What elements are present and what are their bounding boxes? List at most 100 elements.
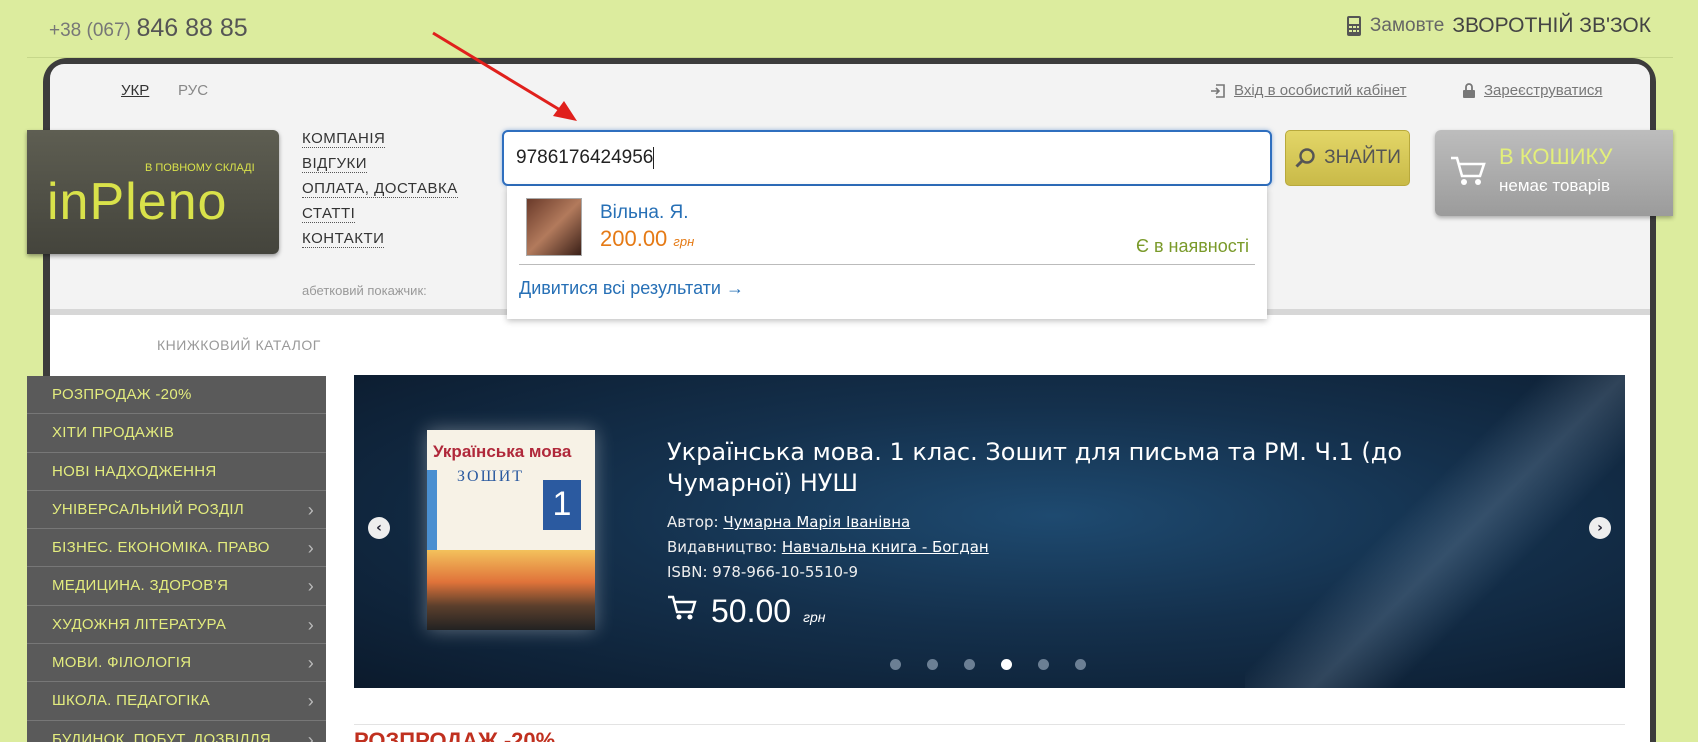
featured-author: Автор: Чумарна Марія Іванівна xyxy=(667,513,910,531)
sidebar-item-medicine[interactable]: МЕДИЦИНА. ЗДОРОВ’Я › xyxy=(27,567,326,606)
suggestion-availability: Є в наявності xyxy=(1136,236,1249,256)
carousel-prev-button[interactable]: ‹ xyxy=(368,517,390,539)
featured-isbn: ISBN: 978-966-10-5510-9 xyxy=(667,563,858,581)
phone-digits: 846 88 85 xyxy=(136,14,248,42)
phone-code: +38 (067) xyxy=(49,20,131,41)
cart-status: немає товарів xyxy=(1499,176,1610,195)
sale-section-heading: РОЗПРОДАЖ -20% xyxy=(354,728,556,742)
suggestion-price-currency: грн xyxy=(673,234,695,249)
sidebar-item-school[interactable]: ШКОЛА. ПЕДАГОГІКА › xyxy=(27,682,326,721)
cart-icon xyxy=(1451,156,1486,185)
author-link[interactable]: Чумарна Марія Іванівна xyxy=(723,513,910,531)
register-label: Зареєструватися xyxy=(1484,82,1603,99)
site-logo[interactable]: В ПОВНОМУ СКЛАДІ inPleno xyxy=(27,130,279,254)
phone-number[interactable]: +38 (067) 846 88 85 xyxy=(49,14,248,43)
view-all-results-link[interactable]: Дивитися всі результати → xyxy=(519,278,744,299)
sidebar-item-business[interactable]: БІЗНЕС. ЕКОНОМІКА. ПРАВО › xyxy=(27,529,326,568)
publisher-label: Видавництво: xyxy=(667,538,778,556)
cart-title: В КОШИКУ xyxy=(1499,144,1613,169)
sidebar-item-label: БУДИНОК. ПОБУТ. ДОЗВІЛЛЯ xyxy=(52,730,271,742)
sidebar-item-bestsellers[interactable]: ХІТИ ПРОДАЖІВ xyxy=(27,414,326,453)
chevron-right-icon: › xyxy=(307,653,314,674)
cover-subtitle: ЗОШИТ xyxy=(457,468,525,485)
lock-icon xyxy=(1463,82,1475,98)
logo-wordmark: inPleno xyxy=(47,173,228,231)
sidebar-item-label: МЕДИЦИНА. ЗДОРОВ’Я xyxy=(52,577,229,595)
lang-ukr[interactable]: УКР xyxy=(121,82,149,99)
carousel-dots xyxy=(890,659,1086,670)
sidebar-item-sale[interactable]: РОЗПРОДАЖ -20% xyxy=(27,376,326,415)
chevron-right-icon: › xyxy=(307,691,314,712)
sidebar-item-new-arrivals[interactable]: НОВІ НАДХОДЖЕННЯ xyxy=(27,453,326,491)
search-button[interactable]: ЗНАЙТИ xyxy=(1285,130,1410,186)
chevron-right-icon: › xyxy=(307,576,314,597)
main-nav: КОМПАНІЯ ВІДГУКИ ОПЛАТА, ДОСТАВКА СТАТТІ… xyxy=(302,130,458,255)
suggestion-thumbnail[interactable] xyxy=(526,198,582,256)
sidebar-item-label: ШКОЛА. ПЕДАГОГІКА xyxy=(52,692,211,710)
featured-book-title[interactable]: Українська мова. 1 клас. Зошит для письм… xyxy=(667,437,1467,499)
sidebar-item-label: ХУДОЖНЯ ЛІТЕРАТУРА xyxy=(52,615,227,633)
suggestion-title[interactable]: Вільна. Я. xyxy=(600,202,689,224)
sidebar-item-label: РОЗПРОДАЖ -20% xyxy=(52,386,192,403)
cart-icon[interactable] xyxy=(667,594,699,622)
cover-title: Українська мова xyxy=(433,442,572,461)
carousel-dot-5[interactable] xyxy=(1038,659,1049,670)
search-button-label: ЗНАЙТИ xyxy=(1324,147,1401,168)
featured-price: 50.00 грн xyxy=(667,593,825,630)
catalog-label: КНИЖКОВИЙ КАТАЛОГ xyxy=(157,337,321,353)
sidebar-item-home[interactable]: БУДИНОК. ПОБУТ. ДОЗВІЛЛЯ › xyxy=(27,721,326,742)
phone-icon xyxy=(1346,16,1361,36)
featured-carousel: Українська мова ЗОШИТ 1 Українська мова.… xyxy=(354,375,1625,688)
alphabet-index-label: абетковий покажчик: xyxy=(302,283,427,298)
carousel-dot-2[interactable] xyxy=(927,659,938,670)
carousel-next-button[interactable]: › xyxy=(1589,517,1611,539)
carousel-dot-3[interactable] xyxy=(964,659,975,670)
text-caret xyxy=(653,146,655,169)
nav-articles[interactable]: СТАТТІ xyxy=(302,205,356,223)
suggestion-divider xyxy=(519,264,1255,265)
publisher-link[interactable]: Навчальна книга - Богдан xyxy=(782,538,989,556)
sidebar-item-label: УНІВЕРСАЛЬНИЙ РОЗДІЛ xyxy=(52,500,245,518)
search-input[interactable]: 9786176424956 xyxy=(502,130,1272,186)
section-divider xyxy=(354,724,1625,725)
nav-contacts[interactable]: КОНТАКТИ xyxy=(302,230,385,248)
carousel-dot-4[interactable] xyxy=(1001,659,1012,670)
lang-rus[interactable]: РУС xyxy=(178,82,208,99)
category-sidebar: РОЗПРОДАЖ -20% ХІТИ ПРОДАЖІВ НОВІ НАДХОД… xyxy=(27,376,326,742)
nav-company[interactable]: КОМПАНІЯ xyxy=(302,130,386,148)
sidebar-item-label: НОВІ НАДХОДЖЕННЯ xyxy=(52,462,217,480)
login-link[interactable]: Вхід в особистий кабінет xyxy=(1210,82,1407,99)
sidebar-item-languages[interactable]: МОВИ. ФІЛОЛОГІЯ › xyxy=(27,644,326,683)
suggestion-price-value: 200.00 xyxy=(600,226,668,251)
login-icon xyxy=(1211,83,1225,98)
suggestion-price: 200.00 грн xyxy=(600,226,694,252)
author-label: Автор: xyxy=(667,513,719,531)
sidebar-item-fiction[interactable]: ХУДОЖНЯ ЛІТЕРАТУРА › xyxy=(27,606,326,645)
search-icon xyxy=(1295,148,1315,168)
chevron-right-icon: › xyxy=(307,499,314,520)
callback-prefix: Замовте xyxy=(1369,15,1445,36)
chevron-right-icon: › xyxy=(307,538,314,559)
nav-payment-delivery[interactable]: ОПЛАТА, ДОСТАВКА xyxy=(302,180,458,198)
nav-reviews[interactable]: ВІДГУКИ xyxy=(302,155,368,173)
book-cover[interactable]: Українська мова ЗОШИТ 1 xyxy=(427,430,595,630)
search-suggestions: Вільна. Я. 200.00 грн Є в наявності Диви… xyxy=(507,186,1267,319)
carousel-dot-6[interactable] xyxy=(1075,659,1086,670)
price-value: 50.00 xyxy=(711,593,792,629)
chevron-right-icon: › xyxy=(307,729,314,742)
annotation-arrow-icon xyxy=(432,31,577,121)
sidebar-item-label: БІЗНЕС. ЕКОНОМІКА. ПРАВО xyxy=(52,539,270,557)
cover-grade: 1 xyxy=(543,480,581,530)
price-currency: грн xyxy=(803,609,826,625)
banner-light-streak xyxy=(1245,375,1625,688)
login-label: Вхід в особистий кабінет xyxy=(1234,82,1407,99)
sidebar-item-universal[interactable]: УНІВЕРСАЛЬНИЙ РОЗДІЛ › xyxy=(27,491,326,530)
callback-link[interactable]: Замовте ЗВОРОТНІЙ ЗВ'ЗОК xyxy=(1346,14,1651,38)
cover-sunset-photo xyxy=(427,550,595,630)
top-bar: +38 (067) 846 88 85 Замовте ЗВОРОТНІЙ ЗВ… xyxy=(27,0,1673,58)
register-link[interactable]: Зареєструватися xyxy=(1462,82,1602,99)
sidebar-item-label: ХІТИ ПРОДАЖІВ xyxy=(52,424,175,442)
cart-widget[interactable]: В КОШИКУ немає товарів xyxy=(1435,130,1673,216)
callback-label: ЗВОРОТНІЙ ЗВ'ЗОК xyxy=(1452,14,1651,37)
carousel-dot-1[interactable] xyxy=(890,659,901,670)
